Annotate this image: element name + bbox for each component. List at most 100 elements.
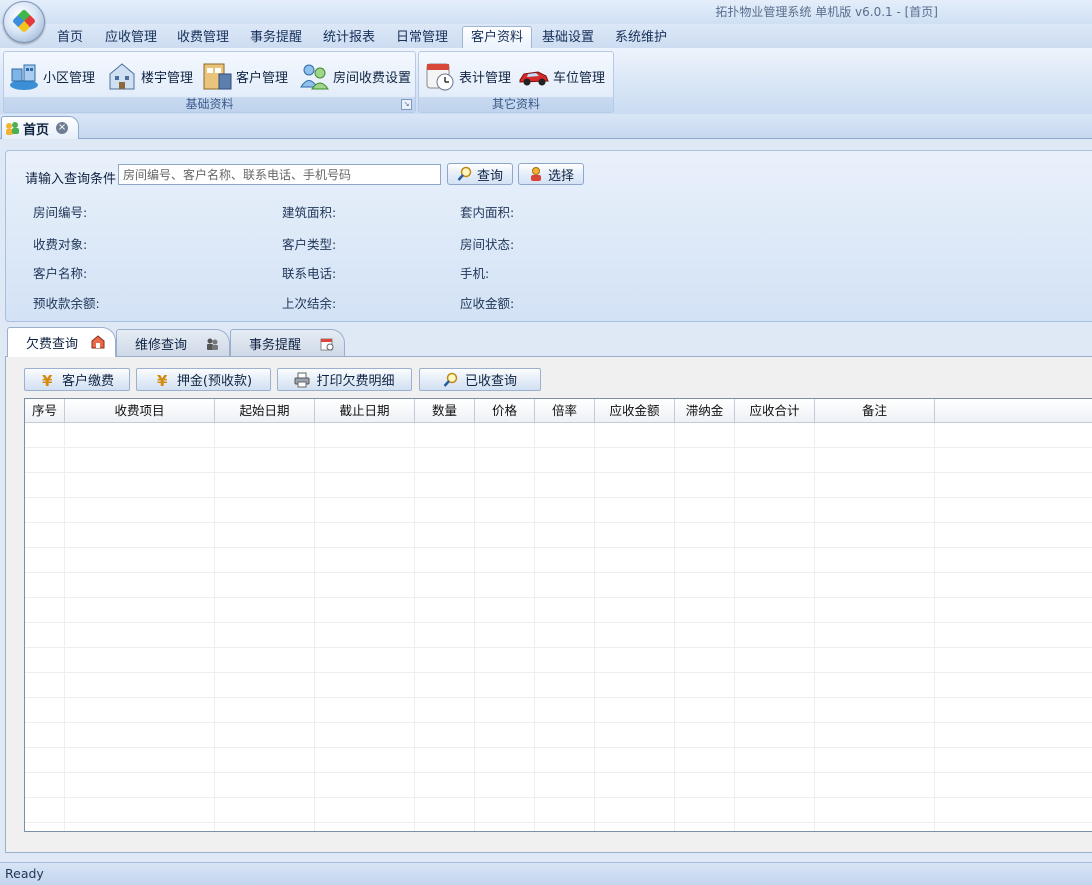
table-cell: [315, 423, 415, 447]
meter-management-label: 表计管理: [459, 70, 512, 86]
tab-arrears-query[interactable]: 欠费查询: [7, 327, 116, 357]
tab-home[interactable]: 首页: [48, 27, 92, 48]
col-header-end-date[interactable]: 截止日期: [315, 399, 415, 422]
table-row[interactable]: [25, 423, 1092, 448]
customer-payment-button[interactable]: ¥ 客户缴费: [24, 368, 130, 391]
table-cell: [595, 748, 675, 772]
table-row[interactable]: [25, 823, 1092, 831]
col-header-start-date[interactable]: 起始日期: [215, 399, 315, 422]
tab-customer-data[interactable]: 客户资料: [462, 26, 532, 49]
tab-reports[interactable]: 统计报表: [318, 27, 380, 48]
query-label: 请输入查询条件: [25, 172, 117, 187]
table-cell: [65, 548, 215, 572]
table-cell: [675, 698, 735, 722]
printer-icon: [294, 372, 310, 387]
table-row[interactable]: [25, 473, 1092, 498]
repair-people-icon: [207, 338, 218, 350]
table-cell: [315, 648, 415, 672]
paid-query-button[interactable]: 已收查询: [419, 368, 541, 391]
close-icon[interactable]: ×: [56, 122, 69, 134]
meter-management-button[interactable]: 表计管理: [424, 58, 511, 94]
col-header-quantity[interactable]: 数量: [415, 399, 475, 422]
table-cell: [675, 623, 735, 647]
table-row[interactable]: [25, 698, 1092, 723]
table-row[interactable]: [25, 448, 1092, 473]
table-cell: [475, 798, 535, 822]
table-cell: [675, 823, 735, 831]
search-button[interactable]: 查询: [447, 163, 513, 185]
col-header-receivable[interactable]: 应收金额: [595, 399, 675, 422]
tab-fee-management[interactable]: 收费管理: [172, 27, 234, 48]
customer-management-button[interactable]: 客户管理: [201, 58, 288, 94]
tab-reminder-query[interactable]: 事务提醒: [230, 329, 345, 356]
col-header-remarks[interactable]: 备注: [815, 399, 935, 422]
print-arrears-button[interactable]: 打印欠费明细: [277, 368, 412, 391]
tab-basic-settings[interactable]: 基础设置: [537, 27, 599, 48]
table-cell: [215, 598, 315, 622]
community-management-button[interactable]: 小区管理: [8, 58, 95, 94]
deposit-button[interactable]: ¥ 押金(预收款): [136, 368, 271, 391]
tab-reminder-label: 事务提醒: [249, 337, 302, 353]
table-cell: [475, 498, 535, 522]
col-header-total[interactable]: 应收合计: [735, 399, 815, 422]
table-cell: [475, 523, 535, 547]
customer-icon: [203, 63, 232, 90]
table-cell: [475, 548, 535, 572]
table-cell: [595, 823, 675, 831]
table-cell: [595, 523, 675, 547]
tab-receivable[interactable]: 应收管理: [100, 27, 162, 48]
table-cell: [215, 473, 315, 497]
tab-repair-query[interactable]: 维修查询: [116, 329, 230, 356]
table-row[interactable]: [25, 523, 1092, 548]
app-menu-button[interactable]: [3, 1, 45, 43]
col-header-price[interactable]: 价格: [475, 399, 535, 422]
table-row[interactable]: [25, 798, 1092, 823]
table-row[interactable]: [25, 648, 1092, 673]
table-row[interactable]: [25, 498, 1092, 523]
table-cell: [475, 748, 535, 772]
building-management-button[interactable]: 楼宇管理: [106, 58, 193, 94]
table-cell: [65, 698, 215, 722]
table-cell: [415, 623, 475, 647]
table-cell: [675, 723, 735, 747]
table-cell: [815, 598, 935, 622]
table-row[interactable]: [25, 548, 1092, 573]
tab-daily[interactable]: 日常管理: [391, 27, 453, 48]
table-cell: [675, 773, 735, 797]
col-header-late-fee[interactable]: 滞纳金: [675, 399, 735, 422]
table-cell: [815, 723, 935, 747]
table-cell: [815, 548, 935, 572]
table-cell: [675, 748, 735, 772]
tab-reminders[interactable]: 事务提醒: [245, 27, 307, 48]
table-cell: [535, 723, 595, 747]
community-management-label: 小区管理: [43, 70, 96, 86]
table-row[interactable]: [25, 598, 1092, 623]
select-button[interactable]: 选择: [518, 163, 584, 185]
table-row[interactable]: [25, 623, 1092, 648]
table-cell: [535, 473, 595, 497]
table-cell: [215, 448, 315, 472]
parking-management-button[interactable]: 车位管理: [518, 58, 605, 94]
table-cell: [735, 523, 815, 547]
table-row[interactable]: [25, 673, 1092, 698]
col-header-index[interactable]: 序号: [25, 399, 65, 422]
table-row[interactable]: [25, 723, 1092, 748]
table-cell: [215, 823, 315, 831]
doc-tab-home[interactable]: 首页 ×: [1, 116, 79, 139]
table-row[interactable]: [25, 773, 1092, 798]
arrears-table[interactable]: 序号 收费项目 起始日期 截止日期 数量 价格 倍率 应收金额 滞纳金 应收合计…: [24, 398, 1092, 832]
table-cell: [415, 823, 475, 831]
table-cell: [25, 573, 65, 597]
tab-system[interactable]: 系统维护: [610, 27, 672, 48]
table-cell: [475, 648, 535, 672]
table-row[interactable]: [25, 748, 1092, 773]
table-cell: [415, 523, 475, 547]
col-header-fee-item[interactable]: 收费项目: [65, 399, 215, 422]
col-header-rate[interactable]: 倍率: [535, 399, 595, 422]
room-fee-settings-button[interactable]: 房间收费设置: [298, 58, 411, 94]
table-cell: [315, 598, 415, 622]
table-row[interactable]: [25, 573, 1092, 598]
table-cell: [415, 698, 475, 722]
search-input[interactable]: [118, 164, 441, 185]
dialog-launcher-icon[interactable]: ↘: [401, 99, 412, 110]
